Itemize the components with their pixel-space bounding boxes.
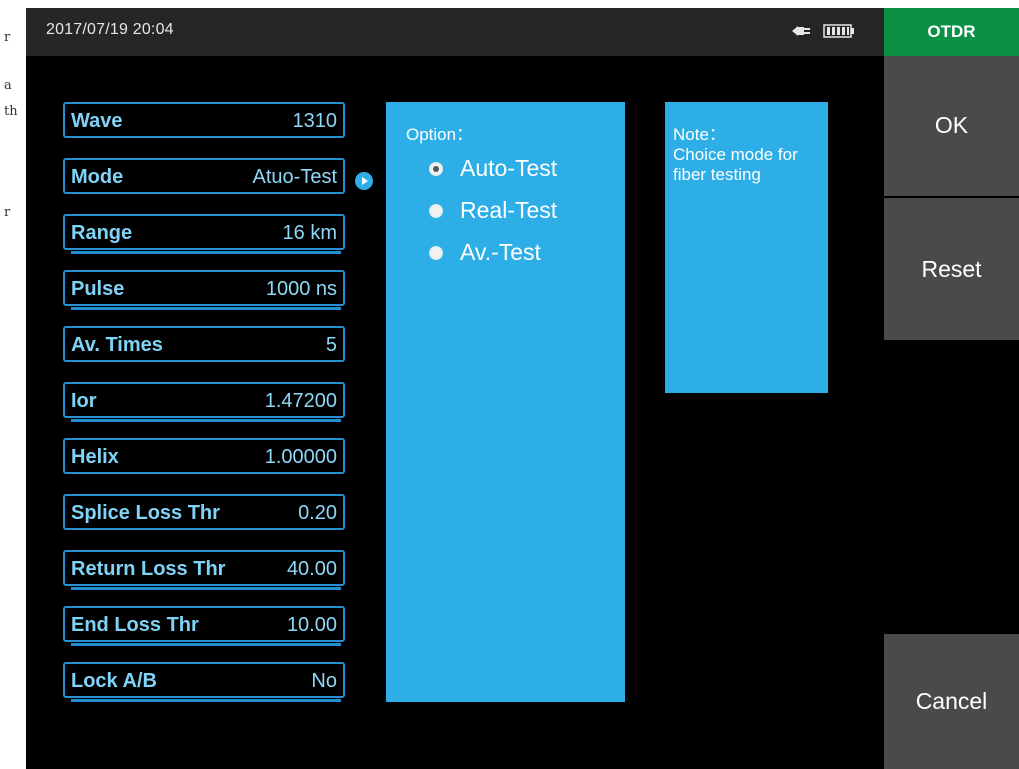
param-wave[interactable]: Wave 1310: [63, 102, 345, 138]
param-label: Range: [71, 222, 133, 244]
datetime: 2017/07/19 20:04: [46, 21, 174, 38]
cancel-button-label: Cancel: [915, 688, 988, 714]
param-value: Atuo-Test: [252, 166, 337, 188]
radio-unchecked-icon[interactable]: [430, 204, 442, 217]
margin-text: th: [4, 104, 18, 119]
cancel-button[interactable]: Cancel: [884, 634, 1019, 769]
param-label: Return Loss Thr: [71, 558, 226, 580]
param-underline: [71, 699, 341, 702]
otdr-screen: 2017/07/19 20:04 OTDR OK Reset Cancel Wa…: [26, 8, 1019, 769]
param-value: 1310: [292, 110, 338, 132]
param-pulse[interactable]: Pulse 1000 ns: [63, 270, 345, 310]
param-return-loss-thr[interactable]: Return Loss Thr 40.00: [63, 550, 345, 590]
option-label: Real-Test: [460, 197, 558, 223]
option-panel: Option： Auto-Test Real-Test Av.-Test: [386, 102, 625, 702]
param-value: No: [311, 670, 337, 692]
note-panel: Note： Choice mode for fiber testing: [665, 102, 828, 393]
option-label: Auto-Test: [460, 155, 558, 181]
param-underline: [71, 307, 341, 310]
param-label: Ior: [71, 390, 97, 412]
note-panel-title: Note：: [673, 125, 726, 144]
radio-unchecked-icon[interactable]: [430, 246, 442, 259]
param-label: Av. Times: [71, 334, 163, 356]
param-label: Helix: [71, 446, 119, 468]
option-label: Av.-Test: [460, 239, 541, 265]
param-mode[interactable]: Mode Atuo-Test: [63, 158, 345, 194]
param-value: 16 km: [282, 222, 337, 244]
ok-button-label: OK: [934, 112, 969, 138]
plug-icon: [792, 26, 810, 36]
radio-checked-icon[interactable]: [430, 162, 442, 175]
margin-text: r: [4, 30, 11, 45]
param-value: 10.00: [286, 614, 337, 636]
reset-button[interactable]: Reset: [884, 198, 1019, 340]
param-label: Splice Loss Thr: [71, 502, 220, 524]
param-ior[interactable]: Ior 1.47200: [63, 382, 345, 422]
param-helix[interactable]: Helix 1.00000: [63, 438, 345, 474]
param-value: 5: [325, 334, 337, 356]
play-arrow-icon: [355, 172, 373, 190]
param-underline: [71, 587, 341, 590]
param-value: 1000 ns: [265, 278, 337, 300]
param-value: 0.20: [298, 502, 337, 524]
param-label: Lock A/B: [71, 670, 157, 692]
param-splice-loss-thr[interactable]: Splice Loss Thr 0.20: [63, 494, 345, 530]
param-value: 1.00000: [264, 446, 337, 468]
reset-button-label: Reset: [921, 255, 982, 282]
param-value: 1.47200: [264, 390, 337, 412]
option-auto-test[interactable]: Auto-Test: [430, 155, 557, 182]
option-real-test[interactable]: Real-Test: [430, 197, 557, 224]
param-value: 40.00: [286, 558, 337, 580]
tab-otdr-label: OTDR: [927, 22, 976, 41]
battery-full-icon: [823, 24, 854, 38]
margin-text: a: [4, 78, 12, 93]
param-range[interactable]: Range 16 km: [63, 214, 345, 254]
option-panel-title: Option：: [406, 125, 474, 144]
param-av-times[interactable]: Av. Times 5: [63, 326, 345, 362]
margin-text: r: [4, 205, 11, 220]
param-underline: [71, 251, 341, 254]
param-label: Pulse: [71, 278, 125, 300]
page-margin: r a th r: [0, 0, 26, 769]
param-lock-ab[interactable]: Lock A/B No: [63, 662, 345, 702]
ok-button[interactable]: OK: [884, 56, 1019, 196]
param-underline: [71, 419, 341, 422]
status-bar: 2017/07/19 20:04: [26, 8, 884, 56]
note-text: Choice mode for fiber testing: [673, 145, 798, 184]
param-label: Wave: [71, 110, 123, 132]
param-underline: [71, 643, 341, 646]
option-av-test[interactable]: Av.-Test: [430, 239, 541, 266]
param-label: Mode: [71, 166, 124, 188]
param-label: End Loss Thr: [71, 614, 199, 636]
param-end-loss-thr[interactable]: End Loss Thr 10.00: [63, 606, 345, 646]
tab-otdr[interactable]: OTDR: [884, 8, 1019, 56]
